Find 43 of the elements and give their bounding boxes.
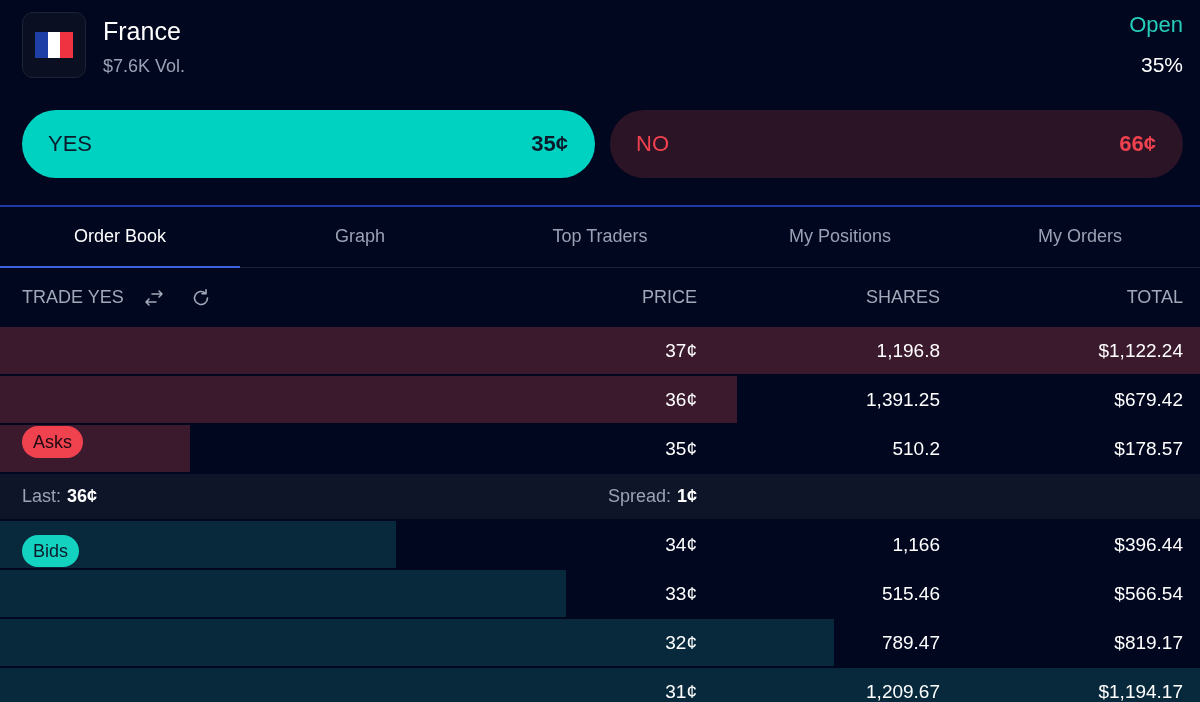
- price-cell-text: 36¢: [664, 388, 697, 411]
- tab[interactable]: Graph: [240, 207, 480, 268]
- price-cell-text: 34¢: [664, 533, 697, 556]
- total-cell-text: $819.17: [1113, 631, 1183, 654]
- total-cell-text: $1,194.17: [1097, 680, 1183, 702]
- column-header: PRICE: [641, 287, 697, 308]
- last-price: 36¢: [67, 486, 98, 507]
- tab[interactable]: Top Traders: [480, 207, 720, 268]
- shares-cell-text: 1,166: [891, 533, 940, 556]
- asks-tag: Asks: [22, 426, 83, 458]
- total-cell-text: $1,122.24: [1097, 339, 1183, 362]
- market-title: France: [103, 16, 182, 46]
- shares-cell-text: 1,209.67: [865, 680, 940, 702]
- market-status: Open: [1129, 12, 1183, 38]
- swap-arrows-icon[interactable]: [143, 287, 164, 308]
- price-cell-text: 32¢: [664, 631, 697, 654]
- volume-text: $7.6K Vol.: [103, 55, 186, 77]
- tab[interactable]: My Positions: [720, 207, 960, 268]
- yes-button[interactable]: YES 35¢: [22, 110, 595, 178]
- spread-label: Spread:: [607, 486, 671, 507]
- total-cell-text: $679.42: [1113, 388, 1183, 411]
- column-header: TOTAL: [1125, 287, 1183, 308]
- shares-cell-text: 515.46: [880, 582, 940, 605]
- book-title: TRADE YES: [22, 287, 124, 308]
- total-cell-text: $396.44: [1113, 533, 1183, 556]
- shares-cell-text: 789.47: [880, 631, 940, 654]
- price-cell-text: 35¢: [664, 437, 697, 460]
- total-cell-text: $566.54: [1113, 582, 1183, 605]
- total-cell-text: $178.57: [1113, 437, 1183, 460]
- price-cell-text: 37¢: [664, 339, 697, 362]
- tab[interactable]: My Orders: [960, 207, 1200, 268]
- probability-text: 35%: [1140, 52, 1183, 78]
- shares-cell-text: 1,196.8: [875, 339, 940, 362]
- shares-cell-text: 1,391.25: [865, 388, 940, 411]
- flag-icon: [22, 12, 86, 78]
- no-button[interactable]: NO 66¢: [610, 110, 1183, 178]
- shares-cell-text: 510.2: [891, 437, 940, 460]
- spread-value: 1¢: [676, 486, 697, 507]
- price-cell-text: 33¢: [664, 582, 697, 605]
- last-label: Last:: [22, 486, 62, 507]
- tab[interactable]: Order Book: [0, 207, 240, 268]
- column-header: SHARES: [864, 287, 940, 308]
- price-cell-text: 31¢: [664, 680, 697, 702]
